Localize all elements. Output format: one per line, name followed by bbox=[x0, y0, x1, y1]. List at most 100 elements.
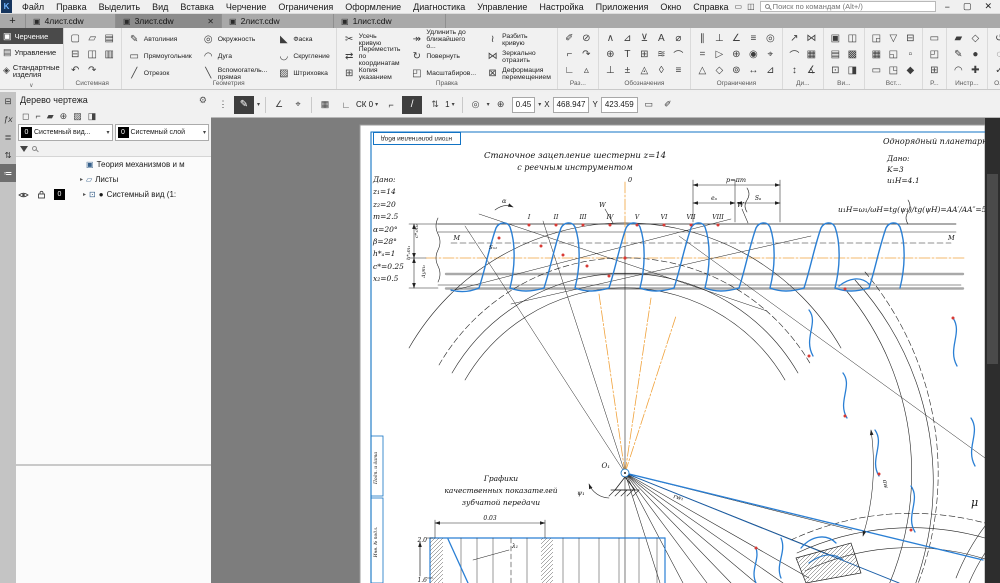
parallel-icon[interactable]: ∥ bbox=[695, 31, 710, 46]
menu-item[interactable]: Диагностика bbox=[407, 2, 471, 12]
modes-expand-chevron-icon[interactable]: ∨ bbox=[0, 82, 63, 89]
visibility-eye-icon[interactable] bbox=[18, 191, 29, 199]
ribbon-button[interactable]: ◣ Фаска bbox=[275, 31, 331, 48]
tab-1list[interactable]: ▣ 1лист.cdw bbox=[334, 14, 446, 28]
toolbar-handle-icon[interactable]: ⋮ bbox=[215, 97, 231, 113]
tangent-icon[interactable]: ▷ bbox=[712, 47, 727, 62]
minimize-button[interactable]: − bbox=[941, 2, 954, 12]
y-coord-field[interactable]: 423.459 bbox=[601, 97, 638, 113]
view-frame-icon[interactable]: ◫ bbox=[845, 31, 860, 46]
tolerance-icon[interactable]: ± bbox=[620, 63, 635, 78]
save-icon[interactable]: ▤ bbox=[102, 31, 117, 46]
insert-region-icon[interactable]: ◳ bbox=[886, 63, 901, 78]
diameter-icon[interactable]: ⌀ bbox=[671, 31, 686, 46]
undo-icon[interactable]: ↶ bbox=[68, 63, 83, 78]
menu-item[interactable]: Настройка bbox=[533, 2, 589, 12]
snap-point-icon[interactable]: ⌖ bbox=[290, 97, 306, 113]
section-icon[interactable]: ◬ bbox=[637, 63, 652, 78]
maximize-button[interactable]: ▢ bbox=[959, 1, 976, 12]
ribbon-button[interactable]: ⇄ Переместить по координатам bbox=[341, 48, 403, 65]
close-button[interactable]: ✕ bbox=[980, 1, 996, 12]
panel-sheet-icon[interactable]: ◨ bbox=[88, 111, 97, 122]
layer-filter-combo[interactable]: 0 Системный слой ▾ bbox=[115, 124, 210, 141]
ruler-icon[interactable]: ▭ bbox=[641, 97, 657, 113]
ortho-corner-icon[interactable]: ⌐ bbox=[383, 97, 399, 113]
rhombus-mark-icon[interactable]: ◊ bbox=[654, 63, 669, 78]
measure-icon[interactable]: ↗ bbox=[787, 31, 802, 46]
open-document-icon[interactable]: ▱ bbox=[85, 31, 100, 46]
linear-dim-icon[interactable]: ∟ bbox=[562, 63, 577, 78]
eyedropper-icon[interactable]: ✐ bbox=[660, 97, 676, 113]
panel-splitter[interactable] bbox=[16, 464, 211, 466]
drawing-tree-icon[interactable]: ≔ bbox=[0, 164, 16, 182]
circle-outline-icon[interactable]: ◌ bbox=[992, 47, 1000, 62]
chevron-down-icon[interactable]: ▾ bbox=[538, 101, 541, 108]
ribbon-button[interactable]: ◎ Окружность bbox=[200, 31, 270, 48]
search-input[interactable] bbox=[773, 2, 931, 11]
hatch-view-icon[interactable]: ▩ bbox=[845, 47, 860, 62]
leader-icon[interactable]: ⊻ bbox=[637, 31, 652, 46]
swap-views-icon[interactable]: ⇅ bbox=[0, 146, 16, 164]
chevron-down-icon[interactable]: ▾ bbox=[257, 101, 260, 108]
fix-icon[interactable]: ⊕ bbox=[729, 47, 744, 62]
angle-icon[interactable]: ∠ bbox=[729, 31, 744, 46]
mode-management[interactable]: ▤ Управление bbox=[0, 44, 63, 60]
angle-dim-icon[interactable]: ⌐ bbox=[562, 47, 577, 62]
distance-icon[interactable]: ↕ bbox=[787, 63, 802, 78]
perpendicular-mark-icon[interactable]: ⊥ bbox=[603, 63, 618, 78]
properties-panel-icon[interactable]: ⊟ bbox=[0, 92, 16, 110]
filter-funnel-icon[interactable] bbox=[20, 146, 28, 152]
ribbon-button[interactable]: ▭ Прямоугольник bbox=[126, 48, 194, 65]
region-icon[interactable]: ◰ bbox=[927, 47, 942, 62]
gear-icon[interactable]: ⚙ bbox=[199, 95, 207, 106]
vertical-scrollbar[interactable] bbox=[985, 118, 1000, 583]
insert-triangle-icon[interactable]: ▽ bbox=[886, 31, 901, 46]
document-properties-icon[interactable]: ▥ bbox=[102, 47, 117, 62]
ribbon-button[interactable]: ↠ Удлинить до ближайшего о... bbox=[408, 31, 478, 48]
print-icon[interactable]: ⊟ bbox=[68, 47, 83, 62]
command-search[interactable] bbox=[760, 1, 936, 12]
sheet-icon[interactable]: ▭ bbox=[927, 31, 942, 46]
redo-icon[interactable]: ↷ bbox=[85, 63, 100, 78]
radial-dim-icon[interactable]: ▵ bbox=[579, 63, 594, 78]
menu-item[interactable]: Вставка bbox=[174, 2, 219, 12]
plus-tool-icon[interactable]: ✚ bbox=[968, 63, 983, 78]
arc-dim-icon[interactable]: ↷ bbox=[579, 47, 594, 62]
ribbon-button[interactable]: ⋈ Зеркально отразить bbox=[484, 48, 553, 65]
layers-icon[interactable]: ▤ bbox=[828, 47, 843, 62]
ribbon-button[interactable]: ✎ Автолиния bbox=[126, 31, 194, 48]
area-icon[interactable]: ▦ bbox=[804, 47, 819, 62]
arc-mark-icon[interactable]: ⌒ bbox=[671, 47, 686, 62]
x-coord-field[interactable]: 468.947 bbox=[553, 97, 590, 113]
layers-list-icon[interactable]: ≣ bbox=[0, 128, 16, 146]
vertical-icon[interactable]: ⊿ bbox=[763, 63, 778, 78]
window-layout-icon[interactable]: ▭ bbox=[735, 2, 743, 11]
arc-tool-icon[interactable]: ◠ bbox=[951, 63, 966, 78]
pencil-tool-icon[interactable]: ✎ bbox=[951, 47, 966, 62]
check-overlap-icon[interactable]: ⋈ bbox=[804, 31, 819, 46]
perpendicular-icon[interactable]: ⊥ bbox=[712, 31, 727, 46]
drawing-canvas[interactable]: I II III IV V VI VII VIII 0 W W М М α O₁… bbox=[211, 118, 1000, 583]
solid-icon[interactable]: ▰ bbox=[951, 31, 966, 46]
lock-icon[interactable] bbox=[37, 190, 46, 199]
rhomb-tool-icon[interactable]: ◇ bbox=[968, 31, 983, 46]
menu-item[interactable]: Файл bbox=[16, 2, 50, 12]
panel-image-icon[interactable]: ▨ bbox=[73, 111, 82, 122]
triangle-icon[interactable]: △ bbox=[695, 63, 710, 78]
tab-close-icon[interactable]: ✕ bbox=[207, 17, 214, 26]
zoom-plus-icon[interactable]: ⊕ bbox=[493, 97, 509, 113]
tree-item-document[interactable]: ▣ Теория механизмов и м bbox=[16, 157, 211, 172]
point-tool-icon[interactable]: ● bbox=[968, 47, 983, 62]
menu-item[interactable]: Управление bbox=[471, 2, 533, 12]
menu-item[interactable]: Выделить bbox=[93, 2, 147, 12]
layer-combo[interactable]: ⇅ 1 ▾ bbox=[425, 96, 456, 114]
check-icon[interactable]: ✓ bbox=[992, 63, 1000, 78]
refresh-icon[interactable]: ↺ bbox=[992, 31, 1000, 46]
panel-layer-icon[interactable]: ▰ bbox=[47, 111, 54, 122]
dimension-icon[interactable]: ✐ bbox=[562, 31, 577, 46]
half-view-icon[interactable]: ◨ bbox=[845, 63, 860, 78]
symmetry-icon[interactable]: ⊚ bbox=[729, 63, 744, 78]
menu-item[interactable]: Справка bbox=[687, 2, 734, 12]
align-icon[interactable]: ≡ bbox=[746, 31, 761, 46]
chevron-down-icon[interactable]: ▾ bbox=[487, 101, 490, 108]
